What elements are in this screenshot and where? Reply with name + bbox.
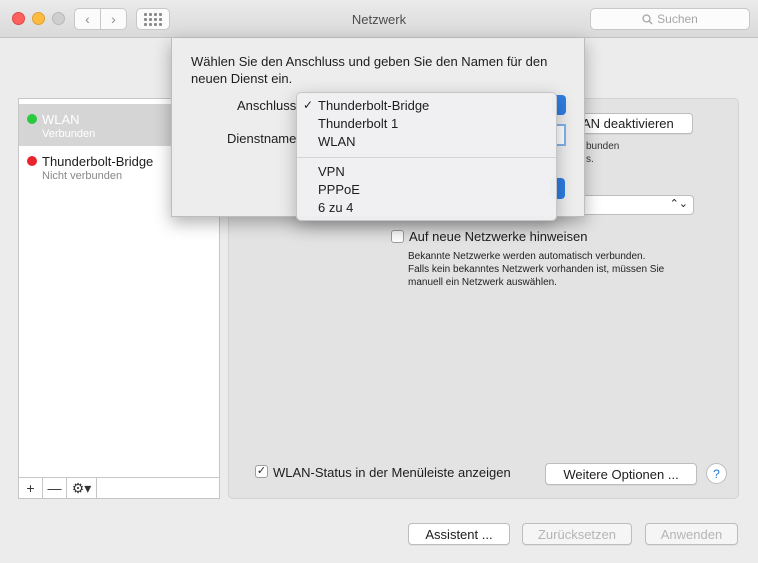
show-wlan-status-label: WLAN-Status in der Menüleiste anzeigen xyxy=(273,465,511,480)
chevron-updown-icon: ⌃⌄ xyxy=(669,198,688,210)
gear-icon[interactable]: ⚙▾ xyxy=(67,478,97,498)
menu-item-wlan[interactable]: WLAN xyxy=(297,133,556,151)
service-list-toolbar: + — ⚙▾ xyxy=(18,477,220,499)
ask-new-networks-note: Bekannte Netzwerke werden automatisch ve… xyxy=(408,250,708,289)
menu-item-label: PPPoE xyxy=(318,182,360,197)
menu-item-pppoe[interactable]: PPPoE xyxy=(297,181,556,199)
service-status: Nicht verbunden xyxy=(42,170,123,182)
help-button[interactable]: ? xyxy=(706,463,727,484)
interface-label: Anschluss xyxy=(237,98,297,113)
interface-popup-menu: ✓ Thunderbolt-Bridge Thunderbolt 1 WLAN … xyxy=(296,92,557,221)
status-text-fragment: s. xyxy=(586,154,594,165)
menu-item-label: Thunderbolt-Bridge xyxy=(318,98,430,113)
ask-new-networks-label: Auf neue Netzwerke hinweisen xyxy=(409,229,588,244)
menu-item-6to4[interactable]: 6 zu 4 xyxy=(297,199,556,217)
menu-item-thunderbolt-bridge[interactable]: ✓ Thunderbolt-Bridge xyxy=(297,97,556,115)
remove-service-button[interactable]: — xyxy=(43,478,67,498)
note-line: Falls kein bekanntes Netzwerk vorhanden … xyxy=(408,264,665,275)
menu-item-thunderbolt-1[interactable]: Thunderbolt 1 xyxy=(297,115,556,133)
more-options-button[interactable]: Weitere Optionen ... xyxy=(545,463,697,485)
service-name-label: Dienstname xyxy=(227,131,297,146)
sheet-message: Wählen Sie den Anschluss und geben Sie d… xyxy=(191,54,548,86)
add-service-button[interactable]: + xyxy=(19,478,43,498)
search-placeholder: Suchen xyxy=(657,12,698,26)
apply-button[interactable]: Anwenden xyxy=(645,523,738,545)
menu-item-label: 6 zu 4 xyxy=(318,200,354,215)
status-dot-green-icon xyxy=(27,114,37,124)
show-wlan-status-checkbox[interactable]: ✓ xyxy=(255,465,268,478)
assistant-button[interactable]: Assistent ... xyxy=(408,523,510,545)
service-name: WLAN xyxy=(42,112,80,127)
menu-separator xyxy=(297,157,556,158)
service-name-input[interactable] xyxy=(556,124,566,146)
status-text-fragment: bunden xyxy=(586,141,620,152)
menu-item-label: Thunderbolt 1 xyxy=(318,116,399,131)
search-field[interactable]: Suchen xyxy=(590,8,750,30)
menu-item-vpn[interactable]: VPN xyxy=(297,163,556,181)
menu-item-label: VPN xyxy=(318,164,345,179)
reset-button[interactable]: Zurücksetzen xyxy=(522,523,632,545)
note-line: manuell ein Netzwerk auswählen. xyxy=(408,277,557,288)
service-status: Verbunden xyxy=(42,128,96,140)
title-bar: ‹ › Netzwerk Suchen xyxy=(0,0,758,38)
note-line: Bekannte Netzwerke werden automatisch ve… xyxy=(408,251,646,262)
menu-item-label: WLAN xyxy=(318,134,356,149)
status-dot-red-icon xyxy=(27,156,37,166)
checkmark-icon: ✓ xyxy=(303,98,314,112)
search-icon xyxy=(642,13,653,24)
ask-new-networks-checkbox[interactable] xyxy=(391,230,404,243)
service-name: Thunderbolt-Bridge xyxy=(42,154,154,169)
